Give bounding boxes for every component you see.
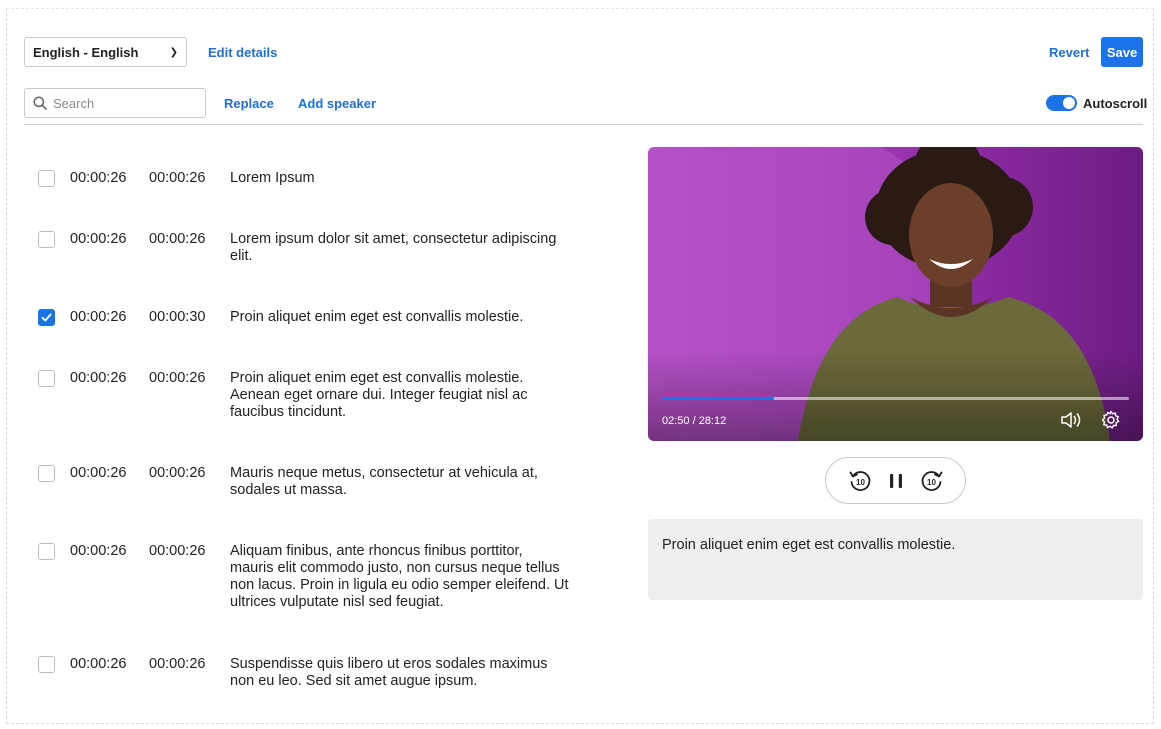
end-time[interactable]: 00:00:26 [149, 231, 205, 247]
end-time[interactable]: 00:00:26 [149, 465, 205, 481]
video-progress-fill [662, 397, 775, 400]
end-time[interactable]: 00:00:26 [149, 543, 205, 559]
start-time[interactable]: 00:00:26 [70, 370, 126, 386]
start-time[interactable]: 00:00:26 [70, 656, 126, 672]
edit-details-link[interactable]: Edit details [208, 45, 277, 60]
playback-controls: 10 10 [825, 457, 966, 504]
save-button[interactable]: Save [1101, 37, 1143, 67]
segment-text[interactable]: Proin aliquet enim eget est convallis mo… [230, 370, 530, 421]
transcript-row[interactable]: 00:00:26 00:00:26 Mauris neque metus, co… [38, 465, 578, 498]
row-checkbox[interactable] [38, 543, 55, 560]
row-checkbox[interactable] [38, 465, 55, 482]
segment-text[interactable]: Proin aliquet enim eget est convallis mo… [230, 309, 570, 326]
transcript-row[interactable]: 00:00:26 00:00:26 Lorem ipsum dolor sit … [38, 231, 578, 264]
caption-preview: Proin aliquet enim eget est convallis mo… [648, 519, 1143, 600]
toolbar-divider [24, 124, 1143, 125]
start-time[interactable]: 00:00:26 [70, 170, 126, 186]
segment-text[interactable]: Lorem ipsum dolor sit amet, consectetur … [230, 231, 570, 265]
search-icon [33, 96, 47, 110]
row-checkbox[interactable] [38, 656, 55, 673]
start-time[interactable]: 00:00:26 [70, 309, 126, 325]
end-time[interactable]: 00:00:26 [149, 656, 205, 672]
transcript-row[interactable]: 00:00:26 00:00:26 Lorem Ipsum [38, 170, 578, 187]
autoscroll-toggle[interactable] [1046, 95, 1077, 111]
language-select-value: English - English [33, 44, 139, 60]
pause-button[interactable] [887, 472, 905, 490]
row-checkbox[interactable] [38, 370, 55, 387]
forward-10-button[interactable]: 10 [920, 469, 944, 493]
checkmark-icon [41, 313, 52, 322]
segment-text[interactable]: Suspendisse quis libero ut eros sodales … [230, 656, 570, 690]
transcript-row[interactable]: 00:00:26 00:00:26 Proin aliquet enim ege… [38, 370, 578, 420]
autoscroll-label: Autoscroll [1083, 95, 1148, 111]
end-time[interactable]: 00:00:26 [149, 370, 205, 386]
row-checkbox[interactable] [38, 231, 55, 248]
segment-text[interactable]: Mauris neque metus, consectetur at vehic… [230, 465, 570, 499]
autoscroll-control: Autoscroll [1046, 95, 1147, 111]
rewind-10-icon: 10 [849, 470, 870, 491]
row-checkbox[interactable] [38, 170, 55, 187]
start-time[interactable]: 00:00:26 [70, 231, 126, 247]
pause-icon [889, 473, 902, 488]
row-checkbox[interactable] [38, 309, 55, 326]
end-time[interactable]: 00:00:30 [149, 309, 205, 325]
start-time[interactable]: 00:00:26 [70, 543, 126, 559]
segment-text[interactable]: Aliquam finibus, ante rhoncus finibus po… [230, 543, 570, 611]
language-select[interactable]: English - English ❯ [24, 37, 187, 67]
forward-label: 10 [927, 478, 936, 487]
revert-button[interactable]: Revert [1049, 45, 1089, 60]
add-speaker-button[interactable]: Add speaker [298, 96, 376, 111]
video-seek-bar[interactable] [662, 397, 1129, 400]
transcript-row[interactable]: 00:00:26 00:00:26 Aliquam finibus, ante … [38, 543, 578, 610]
forward-10-icon: 10 [921, 470, 942, 491]
rewind-label: 10 [856, 478, 865, 487]
replace-button[interactable]: Replace [224, 96, 274, 111]
transcript-row[interactable]: 00:00:26 00:00:30 Proin aliquet enim ege… [38, 309, 578, 326]
transcript-row[interactable]: 00:00:26 00:00:26 Suspendisse quis liber… [38, 656, 578, 689]
caption-text: Proin aliquet enim eget est convallis mo… [662, 537, 956, 553]
volume-icon[interactable] [1060, 410, 1084, 435]
settings-gear-icon[interactable] [1101, 410, 1121, 435]
rewind-10-button[interactable]: 10 [848, 469, 872, 493]
segment-text[interactable]: Lorem Ipsum [230, 170, 570, 187]
search-input[interactable] [53, 95, 193, 111]
end-time[interactable]: 00:00:26 [149, 170, 205, 186]
start-time[interactable]: 00:00:26 [70, 465, 126, 481]
search-box [24, 88, 206, 118]
video-player[interactable]: 02:50 / 28:12 [648, 147, 1143, 441]
video-time: 02:50 / 28:12 [662, 415, 727, 427]
chevron-down-icon: ❯ [169, 46, 178, 58]
toggle-knob [1063, 97, 1075, 109]
